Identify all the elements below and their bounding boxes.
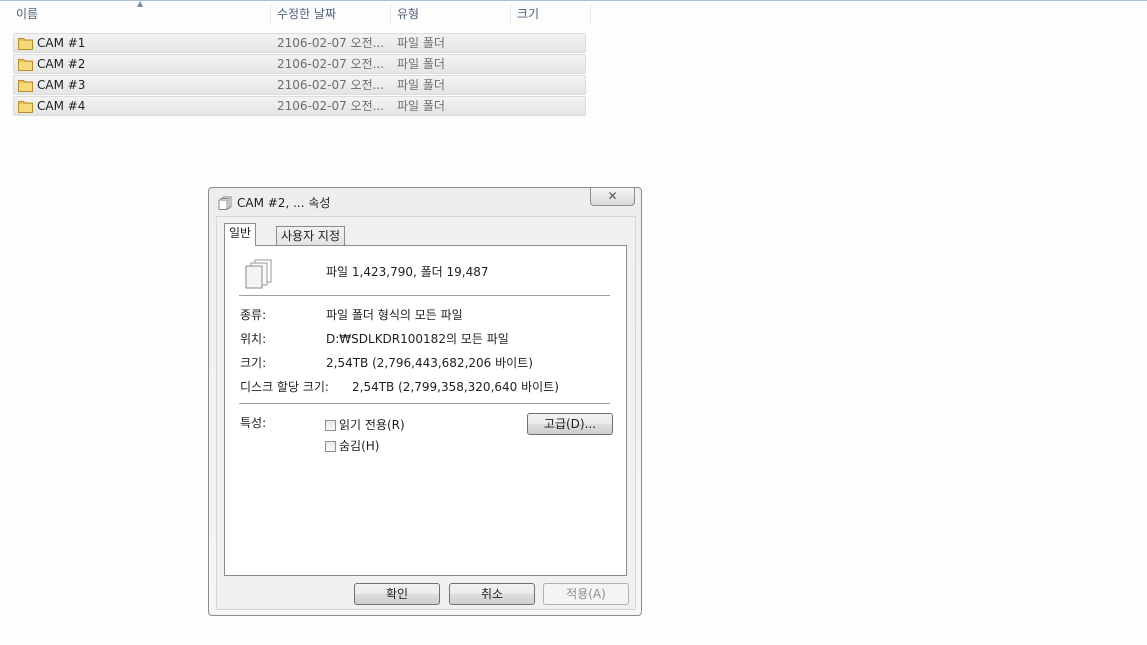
- attributes-label: 특성:: [240, 416, 267, 430]
- file-row-cam1[interactable]: CAM #1 2106-02-07 오전... 파일 폴더: [13, 33, 586, 53]
- location-value: D:₩SDLKDR100182의 모든 파일: [326, 332, 509, 346]
- file-type: 파일 폴더: [397, 57, 445, 71]
- folder-icon: [18, 80, 33, 92]
- column-name-label: 이름: [16, 7, 39, 21]
- tab-general[interactable]: 일반: [224, 223, 257, 246]
- folder-icon: [18, 59, 33, 71]
- kind-label: 종류:: [240, 308, 267, 322]
- apply-button-label: 적용(A): [566, 587, 606, 601]
- close-button[interactable]: ✕: [590, 188, 635, 206]
- hidden-label: 숨김(H): [339, 439, 380, 453]
- file-type: 파일 폴더: [397, 78, 445, 92]
- file-row-cam4[interactable]: CAM #4 2106-02-07 오전... 파일 폴더: [13, 96, 586, 116]
- advanced-button-label: 고급(D)...: [543, 417, 597, 431]
- cancel-button-label: 취소: [480, 587, 504, 601]
- ok-button[interactable]: 확인: [354, 583, 440, 605]
- ok-button-label: 확인: [385, 587, 409, 601]
- folder-icon: [18, 38, 33, 50]
- file-date: 2106-02-07 오전...: [277, 78, 385, 92]
- advanced-button[interactable]: 고급(D)...: [527, 413, 613, 435]
- column-size[interactable]: 크기: [511, 1, 590, 26]
- file-type: 파일 폴더: [397, 36, 445, 50]
- multiple-files-icon: [218, 196, 232, 210]
- file-name: CAM #1: [37, 36, 86, 50]
- sort-ascending-icon: ▲: [137, 0, 144, 8]
- checkbox-box[interactable]: [325, 441, 336, 452]
- column-size-label: 크기: [517, 7, 540, 21]
- selection-summary: 파일 1,423,790, 폴더 19,487: [326, 265, 489, 279]
- disk-size-label: 디스크 할당 크기:: [240, 380, 329, 394]
- hidden-checkbox[interactable]: 숨김(H): [325, 437, 379, 454]
- close-icon: ✕: [607, 189, 618, 203]
- dialog-title: CAM #2, ... 속성: [237, 196, 331, 210]
- file-name: CAM #3: [37, 78, 86, 92]
- disk-size-value: 2,54TB (2,799,358,320,640 바이트): [352, 380, 559, 394]
- general-tab-page: 파일 1,423,790, 폴더 19,487 종류: 파일 폴더 형식의 모든…: [224, 245, 627, 576]
- divider: [239, 295, 610, 297]
- column-separator[interactable]: [590, 3, 591, 23]
- size-label: 크기:: [240, 356, 267, 370]
- column-type-label: 유형: [397, 7, 420, 21]
- apply-button[interactable]: 적용(A): [543, 583, 629, 605]
- tab-customize-label: 사용자 지정: [281, 229, 341, 243]
- checkbox-box[interactable]: [325, 420, 336, 431]
- column-date-label: 수정한 날짜: [277, 7, 337, 21]
- multiple-files-large-icon: [245, 259, 272, 289]
- file-type: 파일 폴더: [397, 99, 445, 113]
- divider: [239, 403, 610, 405]
- dialog-client-area: 일반 사용자 지정 파일 1,423,790, 폴더 19,487 종류: 파일…: [216, 216, 636, 610]
- column-date[interactable]: 수정한 날짜: [271, 1, 390, 26]
- tab-general-label: 일반: [229, 226, 252, 240]
- readonly-label: 읽기 전용(R): [339, 418, 405, 432]
- folder-icon: [18, 101, 33, 113]
- file-row-cam2[interactable]: CAM #2 2106-02-07 오전... 파일 폴더: [13, 54, 586, 74]
- kind-value: 파일 폴더 형식의 모든 파일: [326, 308, 463, 322]
- file-date: 2106-02-07 오전...: [277, 99, 385, 113]
- location-label: 위치:: [240, 332, 267, 346]
- file-row-cam3[interactable]: CAM #3 2106-02-07 오전... 파일 폴더: [13, 75, 586, 95]
- tab-customize[interactable]: 사용자 지정: [276, 226, 346, 246]
- file-date: 2106-02-07 오전...: [277, 36, 385, 50]
- properties-dialog: CAM #2, ... 속성 ✕ 일반 사용자 지정 파일 1,423,790,…: [208, 187, 642, 616]
- column-header: 이름 ▲ 수정한 날짜 유형 크기: [0, 0, 592, 26]
- column-type[interactable]: 유형: [391, 1, 511, 26]
- file-name: CAM #2: [37, 57, 86, 71]
- readonly-checkbox[interactable]: 읽기 전용(R): [325, 416, 405, 433]
- file-name: CAM #4: [37, 99, 86, 113]
- cancel-button[interactable]: 취소: [449, 583, 535, 605]
- size-value: 2,54TB (2,796,443,682,206 바이트): [326, 356, 533, 370]
- file-date: 2106-02-07 오전...: [277, 57, 385, 71]
